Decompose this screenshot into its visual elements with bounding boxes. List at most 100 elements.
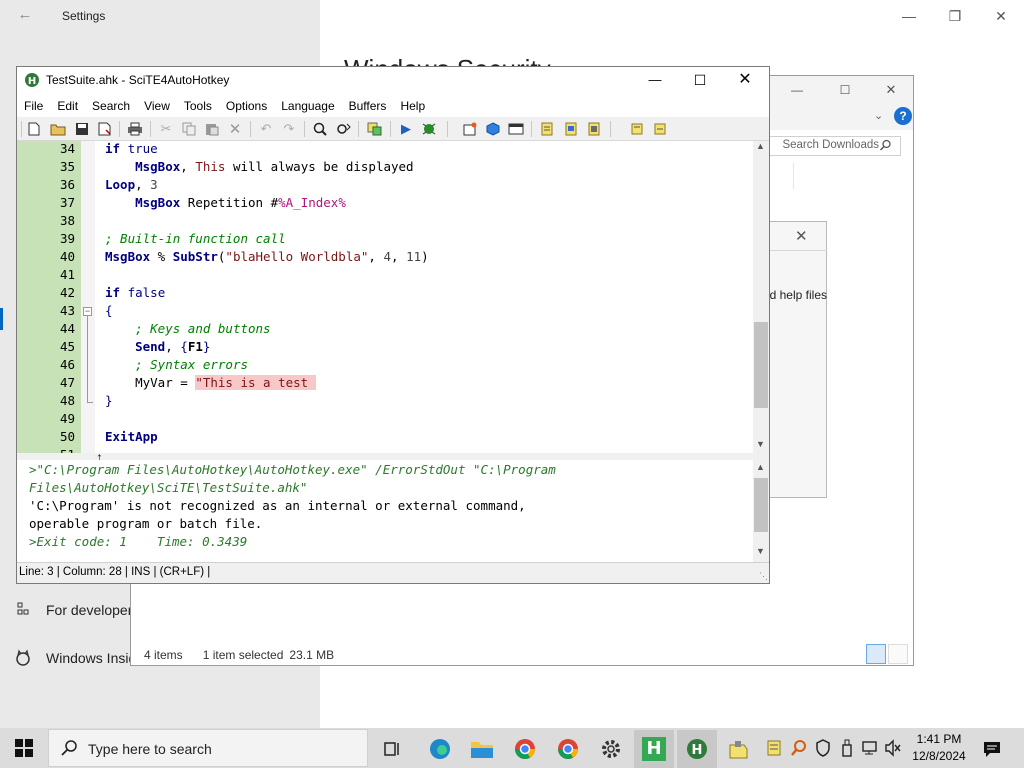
explorer-close-button[interactable]: ✕ (871, 76, 911, 104)
scite-minimize-button[interactable]: — (632, 66, 678, 94)
document-icon[interactable] (562, 120, 580, 138)
windows-start-icon[interactable] (0, 728, 48, 768)
code-line: ; Built-in function call (105, 231, 286, 246)
save-icon[interactable] (73, 120, 91, 138)
output-scroll-thumb[interactable] (754, 478, 768, 532)
sidebar-item-label: For developers (46, 602, 130, 618)
explorer-minimize-button[interactable]: — (777, 76, 817, 104)
replace-icon[interactable] (335, 120, 353, 138)
undo-icon[interactable]: ↶ (257, 120, 275, 138)
usb-drive-icon[interactable] (840, 739, 854, 760)
chrome-alt-icon[interactable] (548, 730, 588, 768)
notes-tray-icon[interactable] (766, 739, 782, 760)
sidebar-item-for-developers[interactable]: For developers (14, 600, 130, 620)
file-explorer-icon[interactable] (462, 730, 502, 768)
menu-tools[interactable]: Tools (177, 95, 219, 117)
code-line: ExitApp (105, 429, 158, 444)
magnifier-tray-icon[interactable] (790, 739, 808, 760)
scroll-up-icon[interactable]: ▲ (756, 462, 765, 472)
autohotkey-app-icon: H (24, 72, 40, 88)
line-number-gutter: 34 35 36 37 38 39 40 41 42 43 44 45 46 4… (17, 141, 81, 462)
script2-icon[interactable] (651, 120, 669, 138)
settings-title: Settings (62, 9, 106, 23)
debug-icon[interactable] (420, 120, 438, 138)
menu-options[interactable]: Options (219, 95, 274, 117)
network-icon[interactable] (862, 739, 880, 760)
new-file-icon[interactable] (25, 120, 43, 138)
settings-minimize-button[interactable]: — (886, 0, 932, 32)
splitter[interactable] (17, 453, 769, 460)
sidebar-item-windows-insider[interactable]: Windows Insider Program (14, 648, 130, 668)
settings-window-icon[interactable] (507, 120, 525, 138)
chevron-down-icon[interactable]: ⌄ (874, 109, 883, 122)
menu-edit[interactable]: Edit (50, 95, 85, 117)
dialog-window (769, 221, 827, 498)
status-text: Line: 3 | Column: 28 | INS | (CR+LF) | (19, 566, 211, 578)
cut-icon[interactable]: ✂ (157, 120, 175, 138)
code-line: ; Syntax errors (135, 357, 248, 372)
nav-selection-indicator (0, 308, 3, 330)
props-icon[interactable] (585, 120, 603, 138)
dialog-close-icon[interactable]: ✕ (795, 227, 808, 245)
menu-language[interactable]: Language (274, 95, 341, 117)
menu-view[interactable]: View (137, 95, 177, 117)
volume-muted-icon[interactable] (884, 739, 902, 760)
tools-icon[interactable] (366, 120, 384, 138)
delete-icon[interactable]: ✕ (226, 120, 244, 138)
editor-scroll-thumb[interactable] (754, 322, 768, 408)
resize-grip-icon[interactable]: ⋱ (759, 571, 768, 582)
search-icon (60, 739, 78, 760)
scite-maximize-button[interactable]: ☐ (677, 66, 723, 94)
explorer-maximize-button[interactable]: ☐ (825, 76, 865, 104)
notification-center-icon[interactable] (982, 739, 1002, 762)
open-folder-icon[interactable] (49, 120, 67, 138)
run-icon[interactable]: ▶ (397, 120, 415, 138)
print-icon[interactable] (126, 120, 144, 138)
output-line: >Exit code: 1 Time: 0.3439 (29, 534, 248, 549)
item-count: 4 items (144, 648, 183, 662)
line-number: 45 (59, 339, 75, 354)
line-number: 41 (59, 267, 75, 282)
edge-icon[interactable] (420, 730, 460, 768)
settings-close-button[interactable]: ✕ (978, 0, 1024, 32)
back-arrow-icon[interactable]: ← (14, 4, 36, 26)
settings-gear-icon[interactable] (591, 730, 631, 768)
scroll-down-icon[interactable]: ▼ (756, 439, 765, 449)
compile-icon[interactable] (484, 120, 502, 138)
fold-line-end (87, 402, 93, 403)
notes-icon[interactable] (538, 120, 556, 138)
chrome-icon[interactable] (505, 730, 545, 768)
menu-buffers[interactable]: Buffers (342, 95, 394, 117)
task-view-icon[interactable] (372, 730, 412, 768)
large-icons-view-icon[interactable] (888, 644, 908, 664)
output-line: operable program or batch file. (29, 516, 263, 531)
explorer-status-bar: 4 items 1 item selected 23.1 MB (144, 648, 334, 662)
scroll-up-icon[interactable]: ▲ (756, 141, 765, 151)
script-icon[interactable] (628, 120, 646, 138)
paste-icon[interactable] (203, 120, 221, 138)
scite-close-button[interactable]: ✕ (722, 66, 768, 94)
redo-icon[interactable]: ↷ (280, 120, 298, 138)
menu-help[interactable]: Help (393, 95, 432, 117)
menu-file[interactable]: File (17, 95, 50, 117)
scroll-down-icon[interactable]: ▼ (756, 546, 765, 556)
copy-icon[interactable] (180, 120, 198, 138)
taskbar-clock[interactable]: 1:41 PM 12/8/2024 (902, 731, 976, 765)
sticky-notes-icon[interactable] (718, 730, 758, 768)
clock-time: 1:41 PM (916, 732, 962, 746)
shield-icon[interactable] (815, 739, 831, 760)
help-icon[interactable]: ? (894, 107, 912, 125)
menu-search[interactable]: Search (85, 95, 137, 117)
code-line: MsgBox, This will always be displayed (135, 159, 414, 174)
search-icon[interactable] (879, 139, 892, 155)
find-icon[interactable] (311, 120, 329, 138)
output-line: 'C:\Program' is not recognized as an int… (29, 498, 526, 513)
output-pane[interactable]: >"C:\Program Files\AutoHotkey\AutoHotkey… (17, 460, 753, 562)
details-view-icon[interactable] (866, 644, 886, 664)
autohotkey-taskbar-icon[interactable]: H (634, 730, 674, 768)
settings-restore-button[interactable]: ❐ (932, 0, 978, 32)
scite-taskbar-icon[interactable]: H (677, 730, 717, 768)
window-spy-icon[interactable] (461, 120, 479, 138)
save-as-icon[interactable] (96, 120, 114, 138)
fold-collapse-icon[interactable]: − (83, 307, 92, 316)
